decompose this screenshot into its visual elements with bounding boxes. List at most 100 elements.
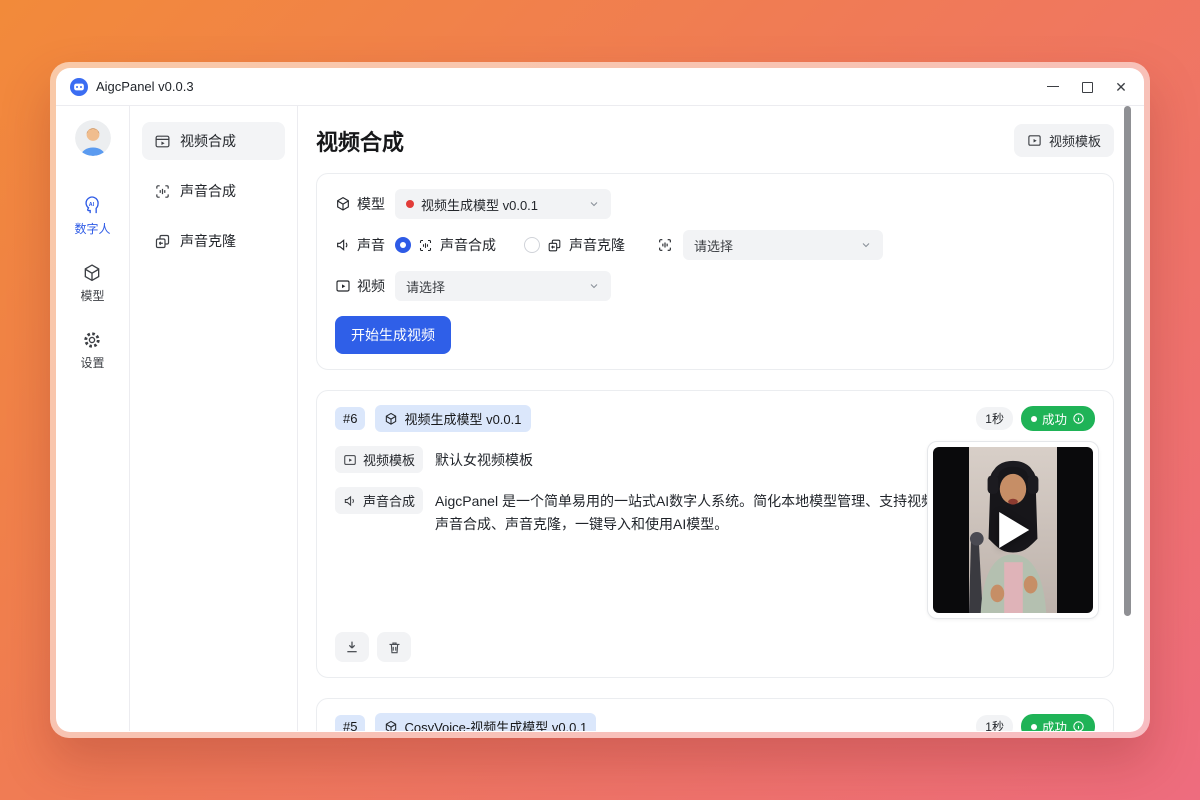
voice-scan-icon (657, 237, 673, 253)
duration-badge: 1秒 (976, 715, 1013, 731)
voice-text-value: AigcPanel 是一个简单易用的一站式AI数字人系统。简化本地模型管理、支持… (435, 487, 980, 536)
window-title: AigcPanel v0.0.3 (96, 79, 194, 94)
menu-item-video-synthesis[interactable]: 视频合成 (142, 122, 285, 160)
menu-item-label: 声音克隆 (180, 231, 236, 251)
status-dot (1031, 724, 1037, 730)
chevron-down-icon (588, 198, 600, 210)
cube-icon (335, 196, 351, 212)
status-text: 成功 (1042, 409, 1067, 428)
status-dot (1031, 416, 1037, 422)
voice-option-synthesis[interactable]: 声音合成 (395, 235, 496, 255)
task-model-name: CosyVoice-视频生成模型 v0.0.1 (404, 717, 587, 731)
template-value: 默认女视频模板 (435, 446, 533, 472)
task-model-badge: 视频生成模型 v0.0.1 (375, 405, 530, 432)
rail-item-models[interactable]: 模型 (74, 263, 110, 304)
video-label: 视频 (335, 276, 385, 296)
video-thumbnail-frame (933, 447, 1093, 613)
task-model-name: 视频生成模型 v0.0.1 (404, 409, 521, 428)
svg-text:AI: AI (89, 202, 95, 208)
task-actions (335, 632, 411, 662)
info-icon[interactable] (1072, 720, 1085, 731)
voice-scan-icon (154, 183, 171, 200)
video-thumbnail[interactable] (927, 441, 1099, 619)
status-badge: 成功 (1021, 714, 1095, 731)
chevron-down-icon (860, 239, 872, 251)
scrollbar-thumb[interactable] (1124, 106, 1131, 616)
menu-item-voice-clone[interactable]: 声音克隆 (142, 222, 285, 260)
rail-item-settings[interactable]: 设置 (74, 330, 110, 371)
page-title: 视频合成 (316, 125, 404, 157)
radio-unselected[interactable] (524, 237, 540, 253)
task-id-badge: #6 (335, 407, 365, 430)
ai-head-icon: AI (82, 196, 102, 216)
titlebar: AigcPanel v0.0.3 ✕ (56, 68, 1144, 106)
generation-form: 模型 视频生成模型 v0.0.1 (316, 173, 1114, 370)
trash-icon (387, 640, 402, 655)
window-frame: AigcPanel v0.0.3 ✕ AI 数字人 (50, 62, 1150, 738)
speaker-icon (343, 494, 357, 508)
video-select-placeholder: 请选择 (406, 277, 445, 296)
voice-option-label: 声音合成 (440, 235, 496, 255)
rail-item-label: 模型 (80, 287, 104, 304)
status-text: 成功 (1042, 717, 1067, 731)
model-label-text: 模型 (357, 194, 385, 214)
voice-select-placeholder: 请选择 (694, 236, 733, 255)
main-content: 视频合成 视频模板 模型 (298, 106, 1144, 731)
page-header: 视频合成 视频模板 (316, 124, 1114, 157)
voice-clone-icon (547, 238, 562, 253)
task-id-badge: #5 (335, 715, 365, 731)
speaker-icon (335, 237, 351, 253)
video-row: 视频 请选择 (335, 271, 1095, 301)
chevron-down-icon (588, 280, 600, 292)
rail-item-label: 设置 (80, 354, 104, 371)
generate-video-button[interactable]: 开始生成视频 (335, 316, 451, 354)
task-model-badge: CosyVoice-视频生成模型 v0.0.1 (375, 713, 596, 731)
menu-item-label: 视频合成 (180, 131, 236, 151)
download-icon (344, 639, 360, 655)
maximize-button[interactable] (1080, 80, 1094, 94)
close-button[interactable]: ✕ (1114, 80, 1128, 94)
rail-item-digital-human[interactable]: AI 数字人 (74, 196, 110, 237)
video-label-text: 视频 (357, 276, 385, 296)
voice-option-clone[interactable]: 声音克隆 (524, 235, 625, 255)
template-tag: 视频模板 (335, 446, 423, 473)
desktop-background: AigcPanel v0.0.3 ✕ AI 数字人 (0, 0, 1200, 800)
model-select[interactable]: 视频生成模型 v0.0.1 (395, 189, 611, 219)
menu-item-label: 声音合成 (180, 181, 236, 201)
task-header-right: 1秒 成功 (976, 714, 1095, 731)
app-window: AigcPanel v0.0.3 ✕ AI 数字人 (56, 68, 1144, 732)
info-icon[interactable] (1072, 412, 1085, 425)
voice-row: 声音 声音合成 声音克隆 (335, 230, 1095, 260)
task-card-6: #6 视频生成模型 v0.0.1 1秒 成功 (316, 390, 1114, 678)
model-label: 模型 (335, 194, 385, 214)
task-header: #5 CosyVoice-视频生成模型 v0.0.1 1秒 成功 (335, 713, 1095, 731)
template-tag-label: 视频模板 (363, 450, 415, 469)
window-body: AI 数字人 模型 设置 (56, 106, 1144, 731)
window-controls: ✕ (1046, 80, 1128, 94)
video-template-label: 视频模板 (1049, 131, 1101, 150)
cube-icon (384, 412, 398, 426)
duration-badge: 1秒 (976, 407, 1013, 430)
cube-icon (384, 720, 398, 732)
minimize-button[interactable] (1046, 80, 1060, 94)
voice-synthesis-tag-label: 声音合成 (363, 491, 415, 510)
voice-option-label: 声音克隆 (569, 235, 625, 255)
video-template-button[interactable]: 视频模板 (1014, 124, 1114, 157)
video-frame-icon (154, 133, 171, 150)
video-select[interactable]: 请选择 (395, 271, 611, 301)
video-icon (335, 278, 351, 294)
voice-clone-icon (154, 233, 171, 250)
icon-rail: AI 数字人 模型 设置 (56, 106, 130, 731)
rail-item-label: 数字人 (74, 220, 110, 237)
video-icon (1027, 133, 1042, 148)
avatar[interactable] (75, 120, 111, 156)
rail-nav: AI 数字人 模型 设置 (74, 196, 110, 371)
model-status-dot (406, 200, 414, 208)
delete-button[interactable] (377, 632, 411, 662)
menu-item-voice-synthesis[interactable]: 声音合成 (142, 172, 285, 210)
play-icon[interactable] (999, 512, 1029, 548)
voice-label-text: 声音 (357, 235, 385, 255)
download-button[interactable] (335, 632, 369, 662)
radio-selected[interactable] (395, 237, 411, 253)
voice-select[interactable]: 请选择 (683, 230, 883, 260)
